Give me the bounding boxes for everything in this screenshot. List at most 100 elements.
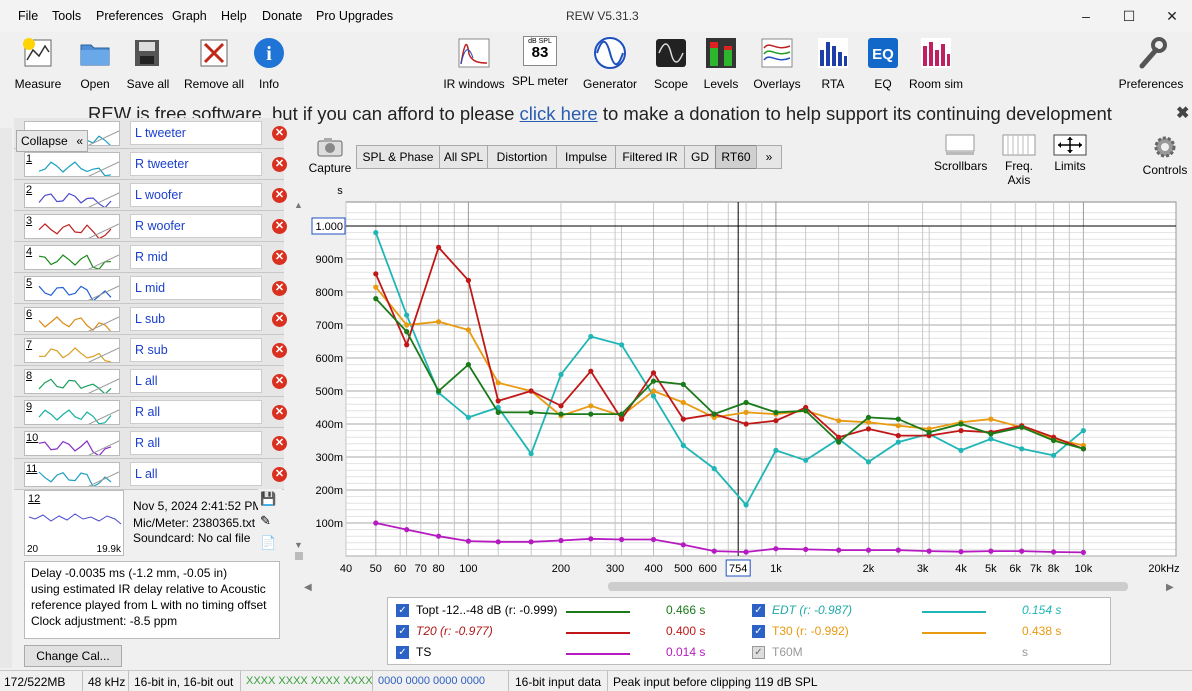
menu-graph[interactable]: Graph	[172, 9, 207, 23]
measurement-row[interactable]: 6 L sub ✕	[14, 304, 287, 335]
delete-measurement-icon[interactable]: ✕	[272, 157, 287, 172]
measurement-name[interactable]: R tweeter	[130, 152, 262, 176]
measurement-thumb[interactable]: 10	[24, 431, 120, 456]
measurement-name[interactable]: L tweeter	[130, 121, 262, 145]
menu-help[interactable]: Help	[221, 9, 247, 23]
measurement-name[interactable]: R all	[130, 400, 262, 424]
open-button[interactable]: Open	[74, 36, 116, 91]
rta-button[interactable]: RTA	[816, 36, 850, 91]
close-banner-icon[interactable]: ✖	[1176, 103, 1189, 123]
tab-all-spl[interactable]: All SPL	[439, 145, 488, 169]
notes-icon[interactable]: 📄	[260, 535, 276, 551]
left-scrollbar[interactable]	[0, 128, 12, 668]
legend-checkbox[interactable]: ✓	[752, 625, 765, 638]
rt60-chart[interactable]: 100m 200m 300m 400m 500m 600m 700m 800m 900m 1.00…	[290, 184, 1192, 596]
measurement-thumb[interactable]: 4	[24, 245, 120, 270]
freq-axis-button[interactable]: Freq. Axis	[993, 134, 1045, 187]
maximize-button[interactable]: ☐	[1115, 4, 1143, 28]
measurement-thumb[interactable]: 3	[24, 214, 120, 239]
legend-checkbox[interactable]: ✓	[752, 604, 765, 617]
measurement-row[interactable]: 3 R woofer ✕	[14, 211, 287, 242]
levels-button[interactable]: Levels	[702, 36, 740, 91]
measurement-thumb[interactable]: 5	[24, 276, 120, 301]
legend-checkbox[interactable]: ✓	[396, 604, 409, 617]
delete-measurement-icon[interactable]: ✕	[272, 405, 287, 420]
delete-measurement-icon[interactable]: ✕	[272, 467, 287, 482]
save-measurement-icon[interactable]: 💾	[260, 491, 276, 507]
controls-button[interactable]: Controls	[1142, 134, 1188, 177]
delete-measurement-icon[interactable]: ✕	[272, 436, 287, 451]
delete-measurement-icon[interactable]: ✕	[272, 374, 287, 389]
donation-link[interactable]: click here	[520, 103, 598, 124]
menu-file[interactable]: File	[18, 9, 38, 23]
measurement-name[interactable]: R mid	[130, 245, 262, 269]
delete-measurement-icon[interactable]: ✕	[272, 281, 287, 296]
minimize-button[interactable]: –	[1072, 4, 1100, 28]
measurement-row[interactable]: 1 R tweeter ✕	[14, 149, 287, 180]
measurement-notes[interactable]: Delay -0.0035 ms (-1.2 mm, -0.05 in) usi…	[24, 561, 280, 639]
collapse-button[interactable]: Collapse «	[16, 130, 88, 152]
measurement-name[interactable]: L all	[130, 369, 262, 393]
legend-checkbox[interactable]: ✓	[396, 646, 409, 659]
info-button[interactable]: i Info	[252, 36, 286, 91]
measurement-thumb[interactable]: 9	[24, 400, 120, 425]
scrollbars-button[interactable]: Scrollbars	[934, 134, 987, 173]
tab-spl-phase[interactable]: SPL & Phase	[356, 145, 440, 169]
measurement-thumb[interactable]: 2	[24, 183, 120, 208]
measurement-name[interactable]: R sub	[130, 338, 262, 362]
delete-measurement-icon[interactable]: ✕	[272, 126, 287, 141]
close-window-button[interactable]: ✕	[1158, 4, 1186, 28]
remove-all-button[interactable]: Remove all	[183, 36, 245, 91]
tab-impulse[interactable]: Impulse	[556, 145, 616, 169]
measurement-thumb[interactable]: 11	[24, 462, 120, 487]
measurement-thumb[interactable]: 1	[24, 152, 120, 177]
tab-filtered-ir[interactable]: Filtered IR	[615, 145, 685, 169]
measurement-row[interactable]: 8 L all ✕	[14, 366, 287, 397]
menu-preferences[interactable]: Preferences	[96, 9, 163, 23]
overlays-button[interactable]: Overlays	[752, 36, 802, 91]
delete-measurement-icon[interactable]: ✕	[272, 312, 287, 327]
measurement-name[interactable]: L mid	[130, 276, 262, 300]
menu-tools[interactable]: Tools	[52, 9, 81, 23]
delete-measurement-icon[interactable]: ✕	[272, 250, 287, 265]
change-cal-button[interactable]: Change Cal...	[24, 645, 122, 667]
generator-button[interactable]: Generator	[582, 36, 638, 91]
ir-windows-button[interactable]: IR windows	[443, 36, 505, 91]
tab-more[interactable]: »	[756, 145, 782, 169]
measurement-name[interactable]: L all	[130, 462, 262, 486]
tab-distortion[interactable]: Distortion	[487, 145, 557, 169]
measurement-name[interactable]: L sub	[130, 307, 262, 331]
edit-icon[interactable]: ✎	[260, 513, 271, 529]
room-sim-button[interactable]: Room sim	[906, 36, 966, 91]
measurement-row[interactable]: 4 R mid ✕	[14, 242, 287, 273]
measurement-thumb[interactable]: 8	[24, 369, 120, 394]
eq-button[interactable]: EQ EQ	[866, 36, 900, 91]
tab-rt60[interactable]: RT60	[715, 145, 757, 169]
tab-gd[interactable]: GD	[684, 145, 716, 169]
measurement-row[interactable]: 11 L all ✕	[14, 459, 287, 490]
measure-button[interactable]: Measure	[14, 36, 62, 91]
menu-pro-upgrades[interactable]: Pro Upgrades	[316, 9, 393, 23]
spl-meter-button[interactable]: dB SPL 83 SPL meter	[511, 36, 569, 88]
measurement-name[interactable]: L woofer	[130, 183, 262, 207]
measurement-row[interactable]: 2 L woofer ✕	[14, 180, 287, 211]
measurement-name[interactable]: R woofer	[130, 214, 262, 238]
preferences-button[interactable]: Preferences	[1118, 36, 1184, 91]
legend-checkbox[interactable]: ✓	[752, 646, 765, 659]
legend-checkbox[interactable]: ✓	[396, 625, 409, 638]
measurement-thumb[interactable]: 7	[24, 338, 120, 363]
measurement-row[interactable]: 10 R all ✕	[14, 428, 287, 459]
measurement-row[interactable]: 9 R all ✕	[14, 397, 287, 428]
delete-measurement-icon[interactable]: ✕	[272, 188, 287, 203]
measurement-name[interactable]: R all	[130, 431, 262, 455]
measurement-row[interactable]: 7 R sub ✕	[14, 335, 287, 366]
save-all-button[interactable]: Save all	[126, 36, 170, 91]
delete-measurement-icon[interactable]: ✕	[272, 219, 287, 234]
measurement-thumb[interactable]: 6	[24, 307, 120, 332]
selected-measurement-thumb[interactable]: 12 20 19.9k	[24, 490, 124, 556]
limits-button[interactable]: Limits	[1052, 134, 1088, 173]
delete-measurement-icon[interactable]: ✕	[272, 343, 287, 358]
capture-button[interactable]: Capture	[308, 136, 352, 175]
menu-donate[interactable]: Donate	[262, 9, 302, 23]
scope-button[interactable]: Scope	[652, 36, 690, 91]
